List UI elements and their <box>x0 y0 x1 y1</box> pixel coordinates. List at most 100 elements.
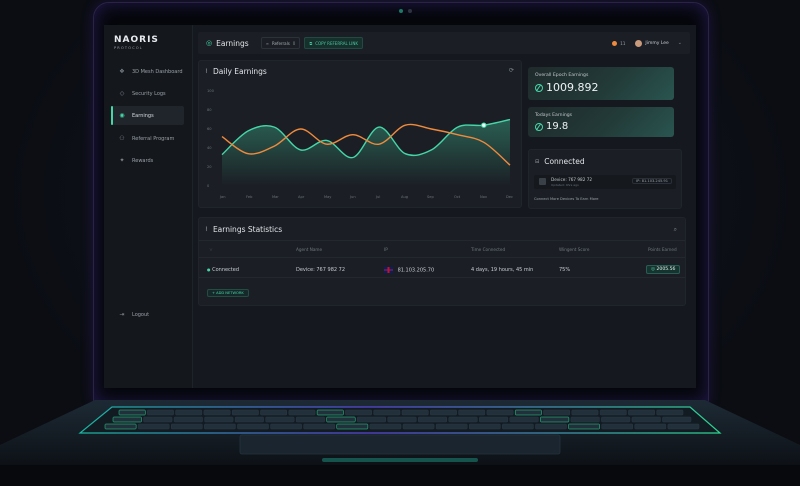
link-icon: ∞ <box>265 40 269 46</box>
header-divider <box>199 240 685 241</box>
sidebar-item-label: Earnings <box>132 112 154 119</box>
highlight-point[interactable] <box>481 122 487 128</box>
page-title: Earnings <box>216 38 249 48</box>
connected-title: Connected <box>544 157 585 166</box>
ip-badge: IP: 81.103.245.91 <box>632 178 672 184</box>
sidebar-item-security-logs[interactable]: ◇ Security Logs <box>111 84 184 103</box>
overall-earnings-label: Overall Epoch Earnings <box>535 73 589 78</box>
eye-icon: ◉ <box>119 112 125 119</box>
keyboard-key <box>203 409 231 416</box>
sidebar-item-label: Security Logs <box>132 90 166 97</box>
trackpad <box>239 434 561 455</box>
device-icon <box>539 178 546 185</box>
x-tick: Jun <box>350 195 356 199</box>
keyboard-key <box>204 416 234 423</box>
points-cell: ◎ 2005.56 <box>646 265 681 274</box>
sidebar-item-label: 3D Mesh Dashboard <box>132 68 183 75</box>
keyboard-key <box>514 409 542 416</box>
search-icon[interactable]: ⌕ <box>674 226 677 234</box>
copy-referral-link-button[interactable]: ⧉ COPY REFERRAL LINK <box>304 37 363 49</box>
daily-earnings-chart <box>221 118 511 186</box>
keyboard-key <box>631 416 661 423</box>
keyboard-key <box>204 423 236 430</box>
keyboard-key <box>326 416 356 423</box>
brand-logo[interactable]: NAORIS PROTOCOL <box>114 35 159 50</box>
uk-flag-icon <box>384 267 393 273</box>
agent-cell: Device: 767 982 72 <box>296 267 346 273</box>
user-name: Jimmy Lee <box>645 40 669 46</box>
column-points-earned: Points Earned <box>648 247 677 252</box>
column-status: ⌔ <box>209 247 213 252</box>
keyboard-key <box>401 409 429 416</box>
connect-more-text: Connect More Devices To Earn More <box>534 197 599 201</box>
keyboard-key <box>509 416 539 423</box>
keyboard-key <box>662 416 692 423</box>
base-shadow <box>0 465 800 486</box>
keyboard-key <box>270 423 302 430</box>
keyboard-key <box>112 416 142 423</box>
keyboard-key <box>543 409 571 416</box>
keyboard-key <box>260 409 288 416</box>
status-text: Connected <box>212 267 240 273</box>
x-tick: Jul <box>376 195 381 199</box>
keyboard-key <box>570 416 600 423</box>
keyboard-key <box>147 409 174 416</box>
naoris-coin-icon <box>535 122 543 131</box>
keyboard-key <box>502 423 534 430</box>
x-tick: May <box>324 195 332 199</box>
keyboard-key <box>173 416 203 423</box>
x-tick: Feb <box>246 195 253 199</box>
plus-icon: + <box>212 291 216 295</box>
keyboard-key <box>601 416 631 423</box>
x-tick: Jan <box>220 195 226 199</box>
keyboard-key <box>435 423 468 430</box>
logout-button[interactable]: ⇥ Logout <box>111 305 184 324</box>
shield-icon: ◇ <box>119 90 125 97</box>
x-tick: Mar <box>272 195 279 199</box>
keyboard-key <box>430 409 457 416</box>
sidebar-item-3d-mesh-dashboard[interactable]: ❖ 3D Mesh Dashboard <box>111 62 184 81</box>
keyboard-key <box>288 409 316 416</box>
todays-earnings-value: 19.8 <box>546 121 569 132</box>
daily-earnings-panel: ⌇ Daily Earnings ⟳ 100 80 60 40 20 0 Jan… <box>198 60 522 208</box>
keyboard-key <box>137 423 170 430</box>
x-tick: Apr <box>298 195 305 199</box>
time-cell: 4 days, 19 hours, 45 min <box>471 267 534 273</box>
keyboard-key <box>316 409 344 416</box>
x-tick: Sep <box>427 195 434 199</box>
x-tick: Nov <box>480 195 488 199</box>
sidebar: NAORIS PROTOCOL ❖ 3D Mesh Dashboard ◇ Se… <box>104 25 193 388</box>
device-row[interactable]: Device: 767 982 72 Updated: 4hrs ago IP:… <box>534 175 676 189</box>
keyboard-key <box>667 423 700 430</box>
camera-lens <box>408 9 412 13</box>
brand-name: NAORIS <box>114 35 159 45</box>
notification-icon[interactable] <box>612 40 618 46</box>
add-network-label: ADD NETWORK <box>216 291 244 295</box>
keyboard-key <box>448 416 478 423</box>
column-ip: IP <box>384 247 388 252</box>
avatar[interactable] <box>635 39 643 47</box>
column-wingent-score: Wingent Score <box>559 247 590 252</box>
keyboard-key <box>373 409 401 416</box>
copy-icon: ⧉ <box>309 40 313 46</box>
laptop-keyboard-base <box>0 400 800 486</box>
todays-earnings-label: Todays Earnings <box>535 113 573 118</box>
keyboard-key <box>628 409 655 416</box>
sidebar-item-earnings[interactable]: ◉ Earnings <box>111 106 184 125</box>
earnings-statistics-panel: ⌇ Earnings Statistics ⌕ ⌔ Agent Name IP … <box>198 217 686 306</box>
points-value: 2005.56 <box>656 267 676 272</box>
keyboard-key <box>540 416 570 423</box>
row-divider <box>199 257 685 258</box>
ip-text: IP: 81.103.245.91 <box>636 179 668 183</box>
referrals-chip[interactable]: ∞ Referrals 0 <box>260 37 301 49</box>
keyboard-key <box>634 423 667 430</box>
sidebar-item-rewards[interactable]: ✦ Rewards <box>111 151 184 170</box>
keyboard-key <box>356 416 386 423</box>
keyboard-key <box>303 423 336 430</box>
brand-tagline: PROTOCOL <box>114 46 143 50</box>
chevron-down-icon[interactable]: ⌄ <box>678 40 682 46</box>
add-network-button[interactable]: + ADD NETWORK <box>207 289 249 297</box>
keyboard-key <box>568 423 600 430</box>
connected-header: ⊟ Connected <box>535 157 585 166</box>
sidebar-item-referral-program[interactable]: ⚇ Referral Program <box>111 129 184 148</box>
